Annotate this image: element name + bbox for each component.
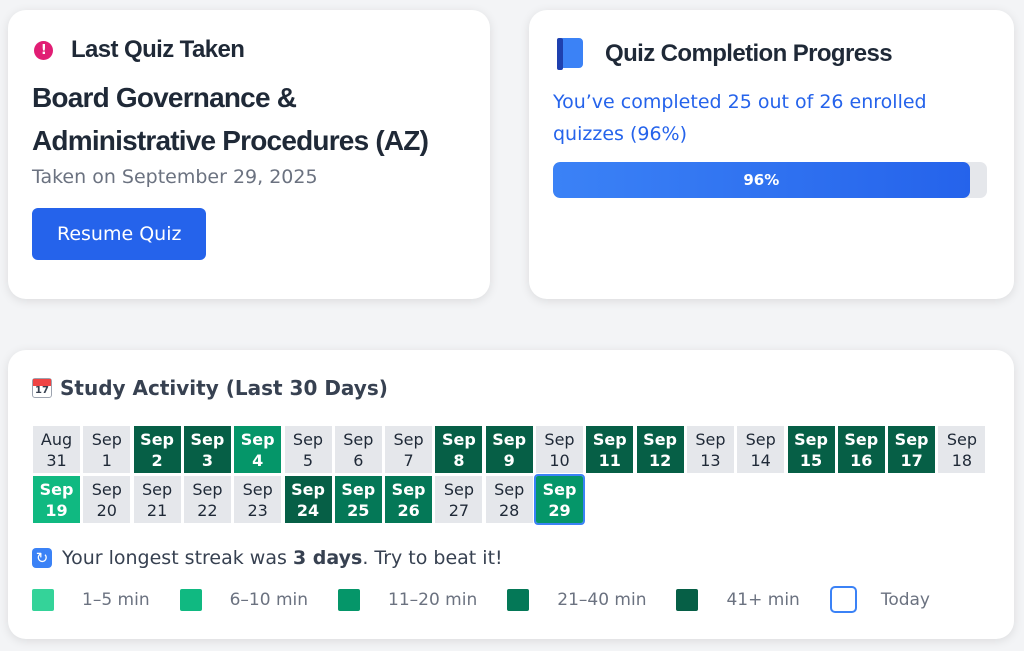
calendar-day: Sep 24 (283, 475, 333, 525)
calendar-day: Sep 15 (786, 425, 836, 474)
calendar-day: Sep 7 (384, 425, 434, 474)
legend-item: 6–10 min (179, 588, 338, 611)
streak-prefix: Your longest streak was (62, 547, 293, 569)
calendar-day: Sep 22 (182, 475, 232, 525)
progress-bar: 96% (553, 162, 987, 198)
activity-heading-row: 17 Study Activity (Last 30 Days) (32, 376, 990, 400)
legend-swatch (179, 588, 202, 611)
calendar-day: Sep 16 (836, 425, 886, 474)
progress-card: Quiz Completion Progress You’ve complete… (529, 10, 1014, 299)
last-quiz-name: Board Governance & Administrative Proced… (32, 82, 429, 156)
calendar-day: Sep 9 (484, 425, 534, 474)
calendar-day: Sep 13 (685, 425, 735, 474)
progress-percent-label: 96% (743, 171, 780, 189)
calendar-day: Sep 20 (82, 475, 132, 525)
progress-heading-row: Quiz Completion Progress (553, 38, 990, 70)
legend-item: 1–5 min (32, 588, 180, 611)
calendar-day: Aug 31 (32, 425, 81, 474)
calendar-day: Sep 4 (233, 425, 283, 474)
legend-label: 11–20 min (388, 589, 478, 610)
legend-swatch (676, 588, 699, 611)
calendar-day: Sep 11 (585, 425, 635, 474)
legend-swatch (829, 586, 857, 613)
last-quiz-heading: Last Quiz Taken (71, 36, 245, 63)
calendar-day: Sep 5 (283, 425, 333, 474)
streak-value: 3 days (292, 547, 363, 569)
legend-label: 41+ min (726, 589, 800, 610)
progress-bar-fill: 96% (553, 162, 970, 198)
legend-swatch (32, 588, 54, 611)
study-activity-card: 17 Study Activity (Last 30 Days) Aug 31 S… (8, 350, 1014, 639)
last-quiz-heading-row: ! Last Quiz Taken (32, 36, 466, 64)
activity-legend: 1–5 min 6–10 min 11–20 min 21–40 min 41+ min… (32, 586, 960, 613)
legend-label: Today (880, 589, 930, 610)
book-icon (557, 38, 583, 70)
streak-suffix: . Try to beat it! (362, 547, 503, 569)
progress-summary: You’ve completed 25 out of 26 enrolled q… (553, 91, 927, 145)
legend-item: Today (829, 586, 960, 613)
calendar-day: Sep 19 (32, 475, 81, 525)
calendar-day: Sep 14 (736, 425, 786, 474)
calendar-day: Sep 25 (333, 475, 383, 525)
legend-swatch (507, 588, 530, 611)
legend-swatch (338, 588, 361, 611)
calendar-day: Sep 18 (937, 425, 987, 474)
calendar-day: Sep 6 (333, 425, 383, 474)
legend-label: 1–5 min (82, 589, 150, 610)
calendar-day-today: Sep 29 (534, 474, 585, 526)
legend-label: 6–10 min (229, 589, 309, 610)
legend-item: 21–40 min (507, 588, 676, 611)
legend-label: 21–40 min (557, 589, 647, 610)
calendar-icon: 17 (32, 378, 52, 398)
progress-heading: Quiz Completion Progress (605, 40, 893, 67)
calendar-day: Sep 3 (182, 425, 232, 474)
calendar-day: Sep 27 (434, 475, 484, 525)
alert-icon: ! (34, 40, 53, 60)
activity-heading: Study Activity (Last 30 Days) (60, 376, 388, 400)
resume-quiz-button[interactable]: Resume Quiz (32, 208, 207, 260)
calendar-day: Sep 2 (132, 425, 182, 474)
streak-message: ↻ Your longest streak was 3 days . Try t… (32, 547, 503, 569)
last-quiz-card: ! Last Quiz Taken Board Governance & Adm… (8, 10, 490, 299)
calendar-day: Sep 23 (233, 475, 283, 525)
calendar-day: Sep 8 (434, 425, 484, 474)
calendar-day: Sep 26 (384, 475, 434, 525)
last-quiz-date: Taken on September 29, 2025 (32, 166, 318, 188)
calendar-day: Sep 28 (484, 475, 534, 525)
calendar-day: Sep 1 (82, 425, 132, 474)
calendar-day: Sep 21 (132, 475, 182, 525)
legend-item: 41+ min (676, 588, 829, 611)
calendar-day: Sep 10 (535, 425, 584, 474)
calendar-day: Sep 17 (887, 425, 937, 474)
calendar-day: Sep 12 (635, 425, 685, 474)
repeat-icon: ↻ (32, 548, 52, 568)
legend-item: 11–20 min (338, 588, 507, 611)
